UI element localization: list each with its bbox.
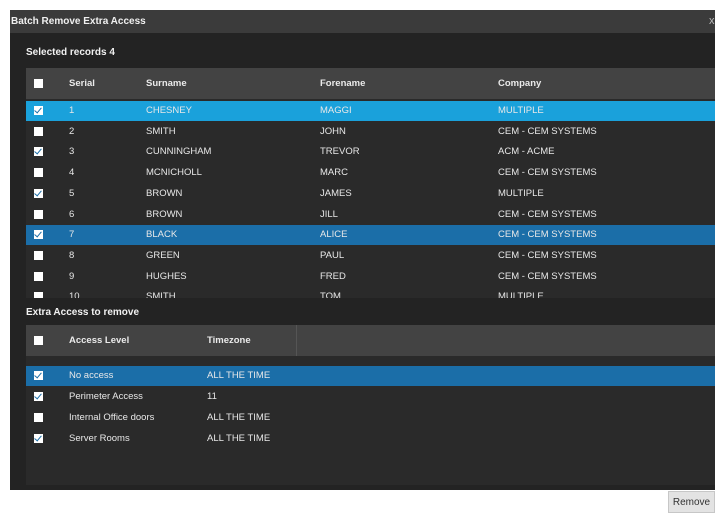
company-cell: CEM - CEM SYSTEMS <box>498 125 597 137</box>
serial-cell: 1 <box>69 105 75 116</box>
selected-records-heading: Selected records 4 <box>26 47 115 58</box>
access-row-checkbox[interactable] <box>34 371 43 380</box>
selected-records-label: Selected records <box>26 47 107 58</box>
serial-cell: 4 <box>69 167 75 179</box>
serial-cell: 6 <box>69 208 75 220</box>
row-checkbox[interactable] <box>34 126 43 136</box>
row-checkbox[interactable] <box>34 230 43 240</box>
column-header-timezone[interactable]: Timezone <box>207 335 251 346</box>
company-cell: MULTIPLE <box>498 187 544 199</box>
surname-cell: BLACK <box>146 229 178 241</box>
remove-button[interactable]: Remove <box>668 491 715 513</box>
access-row-checkbox[interactable] <box>34 413 43 422</box>
serial-cell: 5 <box>69 187 75 199</box>
selected-records-count: 4 <box>109 47 115 58</box>
list-item[interactable]: No access ALL THE TIME <box>26 366 715 386</box>
access-level-cell: Internal Office doors <box>69 412 155 423</box>
row-checkbox[interactable] <box>34 250 43 260</box>
surname-cell: CUNNINGHAM <box>146 146 212 158</box>
serial-cell: 8 <box>69 249 75 261</box>
forename-cell: FRED <box>320 270 346 282</box>
forename-cell: TOM <box>320 291 341 298</box>
row-checkbox[interactable] <box>34 147 43 157</box>
access-level-cell: No access <box>69 370 114 381</box>
surname-cell: BROWN <box>146 208 183 220</box>
company-cell: CEM - CEM SYSTEMS <box>498 249 597 261</box>
access-grid-header: Access Level Timezone <box>26 325 715 356</box>
table-row[interactable]: 5 BROWN JAMES MULTIPLE <box>26 184 715 204</box>
serial-cell: 9 <box>69 270 75 282</box>
row-checkbox[interactable] <box>34 188 43 198</box>
column-header-forename[interactable]: Forename <box>320 78 365 89</box>
batch-remove-dialog: Batch Remove Extra Access x Selected rec… <box>10 10 715 490</box>
table-row[interactable]: 8 GREEN PAUL CEM - CEM SYSTEMS <box>26 246 715 266</box>
records-grid-header: Serial Surname Forename Company <box>26 68 715 99</box>
surname-cell: MCNICHOLL <box>146 167 202 179</box>
serial-cell: 7 <box>69 229 75 241</box>
extra-access-heading: Extra Access to remove <box>26 307 140 318</box>
surname-cell: GREEN <box>146 249 180 261</box>
company-cell: ACM - ACME <box>498 146 555 158</box>
table-row[interactable]: 2 SMITH JOHN CEM - CEM SYSTEMS <box>26 122 715 142</box>
table-row[interactable]: 10 SMITH TOM MULTIPLE <box>26 287 715 298</box>
forename-cell: MAGGI <box>320 105 352 116</box>
column-header-company[interactable]: Company <box>498 78 541 89</box>
select-all-access-checkbox[interactable] <box>34 336 43 345</box>
list-item[interactable]: Perimeter Access 11 <box>26 387 715 407</box>
access-level-cell: Perimeter Access <box>69 391 143 402</box>
access-row-checkbox[interactable] <box>34 434 43 443</box>
column-header-surname[interactable]: Surname <box>146 78 187 89</box>
company-cell: CEM - CEM SYSTEMS <box>498 167 597 179</box>
company-cell: CEM - CEM SYSTEMS <box>498 208 597 220</box>
forename-cell: JAMES <box>320 187 352 199</box>
timezone-cell: 11 <box>207 391 217 402</box>
row-checkbox[interactable] <box>34 209 43 219</box>
row-checkbox[interactable] <box>34 106 43 115</box>
row-checkbox[interactable] <box>34 292 43 298</box>
table-row[interactable]: 4 MCNICHOLL MARC CEM - CEM SYSTEMS <box>26 163 715 183</box>
company-cell: CEM - CEM SYSTEMS <box>498 229 597 241</box>
timezone-cell: ALL THE TIME <box>207 433 271 444</box>
table-row[interactable]: 3 CUNNINGHAM TREVOR ACM - ACME <box>26 142 715 162</box>
surname-cell: SMITH <box>146 125 176 137</box>
forename-cell: ALICE <box>320 229 348 241</box>
timezone-cell: ALL THE TIME <box>207 370 271 381</box>
row-checkbox[interactable] <box>34 271 43 281</box>
table-row[interactable]: 7 BLACK ALICE CEM - CEM SYSTEMS <box>26 225 715 246</box>
list-item[interactable]: Server Rooms ALL THE TIME <box>26 429 715 449</box>
select-all-records-checkbox[interactable] <box>34 79 43 88</box>
table-row[interactable]: 1 CHESNEY MAGGI MULTIPLE <box>26 101 715 121</box>
company-cell: CEM - CEM SYSTEMS <box>498 270 597 282</box>
serial-cell: 2 <box>69 125 75 137</box>
table-row[interactable]: 6 BROWN JILL CEM - CEM SYSTEMS <box>26 205 715 225</box>
serial-cell: 3 <box>69 146 75 158</box>
records-grid: Serial Surname Forename Company 1 CHESNEY… <box>26 68 715 298</box>
forename-cell: JOHN <box>320 125 346 137</box>
serial-cell: 10 <box>69 291 80 298</box>
access-row-checkbox[interactable] <box>34 392 43 401</box>
column-header-serial[interactable]: Serial <box>69 78 95 89</box>
timezone-cell: ALL THE TIME <box>207 412 271 423</box>
row-checkbox[interactable] <box>34 168 43 178</box>
column-divider <box>296 325 297 356</box>
surname-cell: SMITH <box>146 291 176 298</box>
list-item[interactable]: Internal Office doors ALL THE TIME <box>26 408 715 428</box>
access-level-cell: Server Rooms <box>69 433 130 444</box>
forename-cell: JILL <box>320 208 338 220</box>
forename-cell: PAUL <box>320 249 345 261</box>
forename-cell: MARC <box>320 167 348 179</box>
surname-cell: BROWN <box>146 187 183 199</box>
surname-cell: CHESNEY <box>146 105 192 116</box>
dialog-title: Batch Remove Extra Access <box>11 16 146 27</box>
close-icon[interactable]: x <box>709 15 715 27</box>
company-cell: MULTIPLE <box>498 291 544 298</box>
forename-cell: TREVOR <box>320 146 360 158</box>
dialog-titlebar[interactable]: Batch Remove Extra Access x <box>10 10 715 33</box>
extra-access-grid: Access Level Timezone No access ALL THE T… <box>26 325 715 485</box>
company-cell: MULTIPLE <box>498 105 544 116</box>
table-row[interactable]: 9 HUGHES FRED CEM - CEM SYSTEMS <box>26 267 715 287</box>
surname-cell: HUGHES <box>146 270 187 282</box>
column-header-access-level[interactable]: Access Level <box>69 335 129 346</box>
